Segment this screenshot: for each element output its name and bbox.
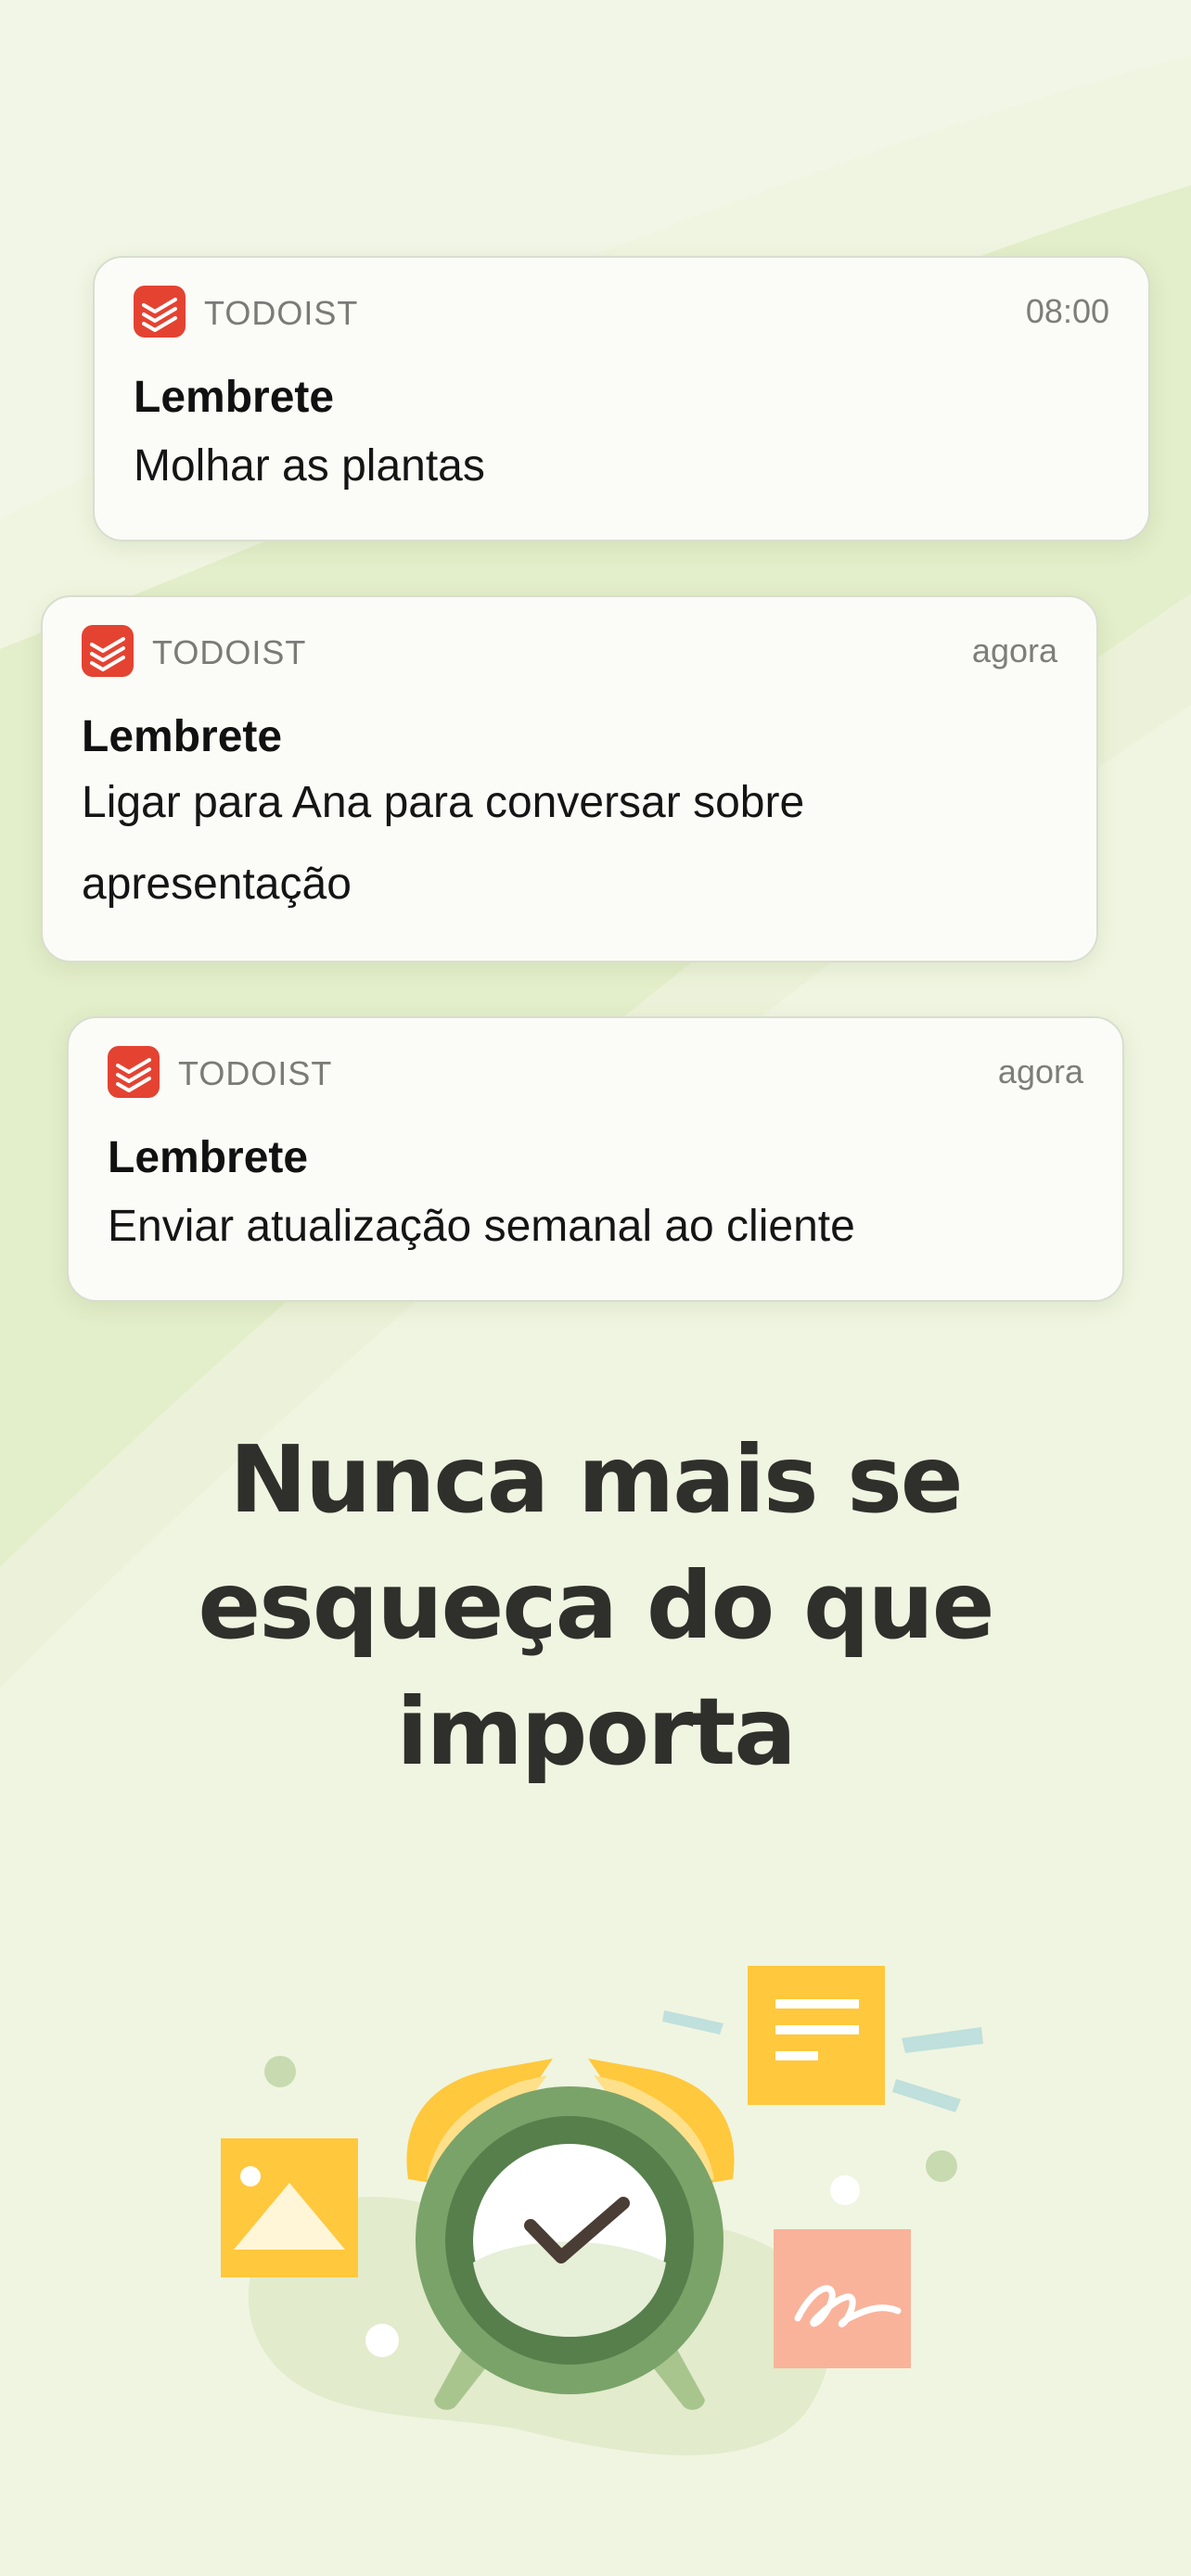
dot-icon [264, 2056, 296, 2087]
notification-title: Lembrete [82, 712, 283, 761]
headline-line: importa [396, 1677, 796, 1786]
sparkle-icon [892, 2079, 961, 2112]
dot-icon [365, 2324, 399, 2357]
headline-line: esqueça do que [198, 1551, 994, 1660]
notification-card[interactable]: TODOIST agora Lembrete Ligar para Ana pa… [41, 595, 1098, 963]
notification-card[interactable]: TODOIST agora Lembrete Enviar atualizaçã… [67, 1016, 1124, 1302]
notification-time: agora [971, 631, 1057, 670]
notification-card[interactable]: TODOIST 08:00 Lembrete Molhar as plantas [93, 256, 1150, 542]
todoist-logo-icon [134, 286, 186, 338]
notification-title: Lembrete [134, 373, 335, 422]
app-name: TODOIST [204, 294, 359, 332]
app-name: TODOIST [152, 633, 307, 671]
headline-line: Nunca mais se [229, 1425, 963, 1534]
notification-time: agora [997, 1052, 1083, 1090]
alarm-clock-illustration [221, 1966, 983, 2455]
notification-body: Molhar as plantas [134, 441, 485, 491]
image-card-icon [221, 2138, 358, 2277]
note-card-icon [748, 1966, 885, 2105]
dot-icon [830, 2175, 860, 2205]
notification-time: 08:00 [1025, 292, 1109, 330]
notification-body: Ligar para Ana para conversar sobre apre… [82, 778, 805, 909]
headline: Nunca mais se esqueça do que importa [0, 1417, 1191, 1795]
app-name: TODOIST [178, 1054, 333, 1092]
notification-body: Enviar atualização semanal ao cliente [108, 1202, 855, 1251]
sparkle-icon [902, 2027, 983, 2053]
signature-card-icon [774, 2229, 911, 2368]
sparkle-icon [662, 2010, 724, 2034]
todoist-logo-icon [82, 625, 134, 677]
notification-title: Lembrete [108, 1133, 309, 1182]
dot-icon [926, 2150, 957, 2182]
todoist-logo-icon [108, 1046, 160, 1098]
